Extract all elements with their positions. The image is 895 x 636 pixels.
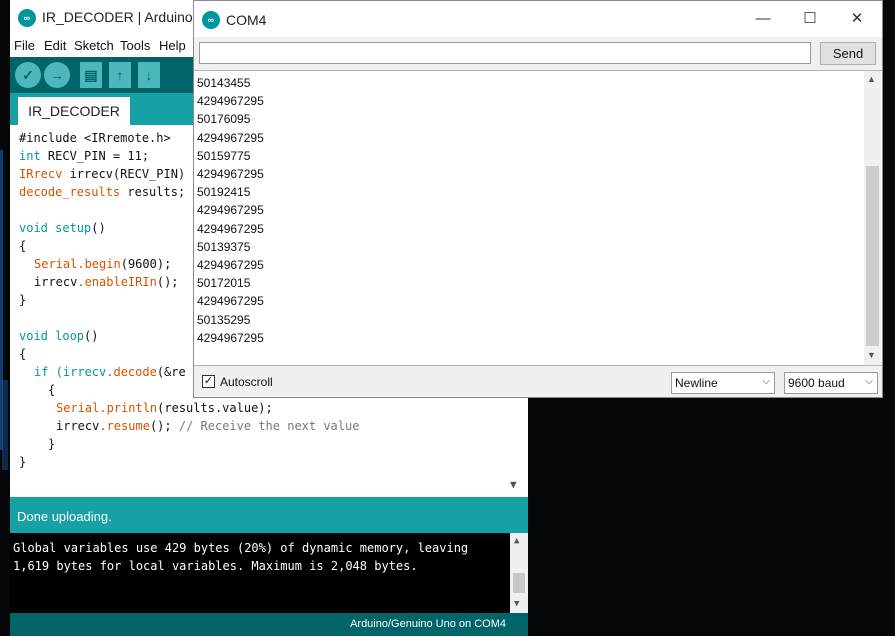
serial-output-line: 4294967295	[197, 294, 264, 309]
ide-footer: Arduino/Genuino Uno on COM4	[10, 613, 528, 636]
minimize-icon[interactable]: —	[748, 7, 778, 31]
console-line: 1,619 bytes for local variables. Maximum…	[13, 559, 418, 573]
chevron-down-icon[interactable]: ▼	[514, 599, 519, 609]
editor-scroll-down-icon[interactable]: ▼	[510, 478, 517, 491]
serial-window-title: COM4	[226, 12, 267, 28]
baud-rate-select[interactable]: 9600 baud ⌵	[784, 372, 878, 394]
code-line: }	[48, 437, 56, 451]
ide-console: Global variables use 429 bytes (20%) of …	[10, 533, 528, 613]
serial-monitor-window: ∞ COM4 — ☐ ✕ Send ▲ ▼ 50143455 4294967295…	[193, 0, 883, 398]
code-line: IRrecv irrecv(RECV_PIN)	[19, 167, 186, 181]
serial-output-line: 4294967295	[197, 258, 264, 272]
save-sketch-icon[interactable]: ↓	[138, 62, 160, 88]
console-scrollbar[interactable]: ▲ ▼	[510, 533, 528, 613]
code-line: if (irrecv.decode(&re	[34, 365, 186, 379]
chevron-down-icon: ⌵	[762, 376, 770, 387]
line-ending-value: Newline	[675, 376, 718, 390]
serial-titlebar[interactable]: ∞ COM4 — ☐ ✕	[194, 1, 882, 37]
chevron-down-icon[interactable]: ▼	[867, 350, 876, 360]
code-line: #include <IRremote.h>	[19, 131, 171, 145]
code-line: {	[48, 383, 56, 397]
menu-tools[interactable]: Tools	[120, 38, 150, 53]
status-message: Done uploading.	[17, 509, 112, 524]
code-line: {	[19, 347, 27, 361]
code-line: {	[19, 239, 27, 253]
serial-output-line: 4294967295	[197, 94, 264, 109]
code-line: Serial.begin(9600);	[34, 257, 172, 271]
chevron-down-icon: ⌵	[865, 376, 873, 387]
baud-rate-value: 9600 baud	[788, 376, 845, 390]
close-icon[interactable]: ✕	[842, 7, 872, 31]
code-line: decode_results results;	[19, 185, 186, 199]
serial-send-input[interactable]	[199, 42, 811, 64]
upload-icon[interactable]: →	[44, 62, 70, 88]
line-ending-select[interactable]: Newline ⌵	[671, 372, 775, 394]
serial-output-line: 4294967295	[197, 167, 264, 181]
code-line: void loop()	[19, 329, 99, 343]
serial-output-line: 50172015	[197, 276, 251, 291]
serial-output-line: 4294967295	[197, 203, 264, 218]
serial-output[interactable]: ▲ ▼ 50143455 4294967295 50176095 4294967295…	[194, 70, 882, 366]
serial-scroll-thumb[interactable]	[866, 166, 879, 346]
code-line: Serial.println(results.value);	[56, 401, 273, 415]
serial-output-line: 50159775	[197, 148, 251, 163]
menu-edit[interactable]: Edit	[44, 38, 66, 53]
code-line: int RECV_PIN = 11;	[19, 149, 150, 163]
chevron-up-icon[interactable]: ▲	[514, 536, 519, 546]
serial-output-scrollbar[interactable]: ▲ ▼	[864, 71, 881, 365]
board-label: Arduino/Genuino Uno on COM4	[350, 618, 506, 630]
menu-help[interactable]: Help	[159, 38, 186, 53]
serial-output-line: 50143455	[197, 76, 251, 90]
arduino-logo-icon: ∞	[18, 9, 36, 27]
autoscroll-checkbox[interactable]: ✓	[202, 375, 215, 388]
serial-output-line: 4294967295	[197, 130, 264, 145]
serial-output-line: 4294967295	[197, 221, 264, 236]
serial-output-line: 50176095	[197, 112, 251, 127]
code-line: }	[19, 293, 27, 307]
serial-output-line: 50139375	[197, 239, 251, 254]
verify-icon[interactable]: ✓	[15, 62, 41, 88]
send-button[interactable]: Send	[820, 42, 876, 65]
tab-ir-decoder[interactable]: IR_DECODER	[18, 97, 130, 125]
menu-file[interactable]: File	[14, 38, 35, 53]
serial-output-line: 50135295	[197, 312, 251, 327]
menu-sketch[interactable]: Sketch	[74, 38, 114, 53]
maximize-icon[interactable]: ☐	[795, 7, 825, 31]
serial-output-line: 4294967295	[197, 330, 264, 345]
code-line: }	[19, 455, 27, 469]
serial-output-line: 50192415	[197, 185, 251, 200]
code-line: irrecv.enableIRIn();	[34, 275, 179, 289]
console-line: Global variables use 429 bytes (20%) of …	[13, 541, 469, 555]
chevron-up-icon[interactable]: ▲	[867, 74, 876, 84]
ide-status-bar: Done uploading.	[10, 497, 528, 533]
autoscroll-label: Autoscroll	[220, 375, 273, 389]
new-sketch-icon[interactable]: ▤	[80, 62, 102, 88]
console-scroll-thumb[interactable]	[513, 573, 525, 593]
open-sketch-icon[interactable]: ↑	[109, 62, 131, 88]
code-line: irrecv.resume(); // Receive the next val…	[56, 419, 360, 433]
arduino-logo-icon: ∞	[202, 11, 220, 29]
desktop-accent	[2, 380, 8, 470]
code-line: void setup()	[19, 221, 106, 235]
